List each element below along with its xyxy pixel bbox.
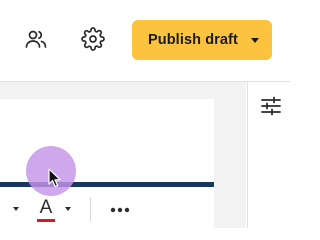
publish-draft-button[interactable]: Publish draft	[132, 20, 272, 60]
top-header: Publish draft	[0, 0, 290, 82]
more-horizontal-icon	[110, 200, 130, 218]
gear-icon	[81, 26, 105, 56]
pointer-cursor-icon	[48, 168, 62, 188]
text-color-button[interactable]: A	[35, 198, 57, 224]
chevron-down-icon[interactable]	[13, 207, 19, 211]
users-icon	[24, 27, 48, 56]
more-options-button[interactable]	[108, 200, 132, 218]
chevron-down-icon	[251, 38, 259, 43]
publish-draft-label: Publish draft	[148, 32, 238, 48]
sliders-icon	[260, 95, 282, 122]
settings-button[interactable]	[79, 26, 107, 56]
text-color-dropdown-icon[interactable]	[65, 207, 71, 211]
toolbar-divider	[90, 197, 91, 221]
collaborators-button[interactable]	[22, 27, 50, 55]
block-settings-button[interactable]	[259, 96, 283, 120]
text-color-swatch	[37, 219, 55, 222]
text-color-glyph: A	[39, 197, 53, 218]
